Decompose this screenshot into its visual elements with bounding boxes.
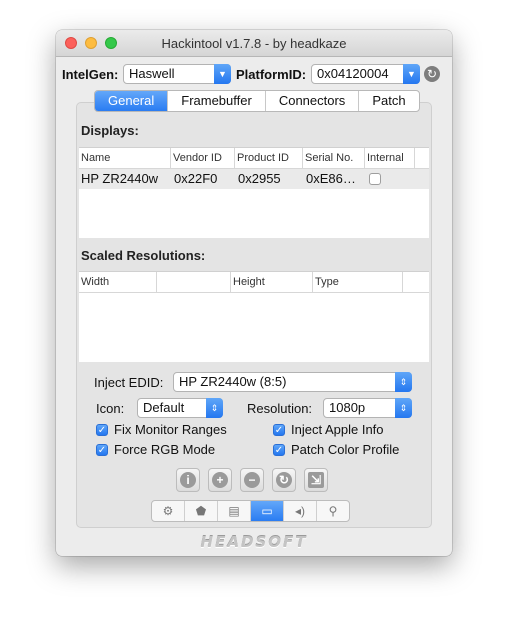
internal-checkbox[interactable]	[369, 173, 381, 185]
column-height[interactable]: Height	[231, 272, 313, 292]
headsoft-logo: HEADSOFT	[200, 533, 308, 551]
speaker-icon[interactable]: ◂)	[283, 501, 316, 521]
export-button[interactable]: ⇲	[304, 468, 328, 492]
fix-monitor-ranges-label[interactable]: Fix Monitor Ranges	[114, 422, 227, 437]
platformid-select[interactable]: 0x04120004 ▼	[311, 64, 420, 84]
resolution-select[interactable]: 1080p ⇕	[323, 398, 412, 418]
table-row[interactable]: HP ZR2440w 0x22F0 0x2955 0xE86…	[79, 169, 429, 189]
tab-patch[interactable]: Patch	[358, 91, 418, 111]
gear-icon[interactable]: ⚙	[152, 501, 184, 521]
refresh-button[interactable]: ↻	[272, 468, 296, 492]
inject-apple-info-label[interactable]: Inject Apple Info	[291, 422, 384, 437]
display-product-id: 0x2955	[238, 171, 281, 186]
displays-heading: Displays:	[81, 123, 139, 138]
column-product-id[interactable]: Product ID	[235, 148, 303, 168]
bottom-toolbar: ⚙ ⬟ ▤ ▭ ◂) ⚲	[151, 500, 350, 522]
force-rgb-mode-label[interactable]: Force RGB Mode	[114, 442, 215, 457]
column-type[interactable]: Type	[313, 272, 403, 292]
updown-arrows-icon: ⇕	[395, 398, 412, 418]
resolution-label: Resolution:	[247, 401, 313, 416]
memory-icon[interactable]: ▤	[217, 501, 250, 521]
column-serial-no[interactable]: Serial No.	[303, 148, 365, 168]
refresh-icon: ↻	[276, 472, 292, 488]
display-icon[interactable]: ▭	[250, 501, 283, 521]
remove-icon: −	[244, 472, 260, 488]
displays-table-header: Name Vendor ID Product ID Serial No. Int…	[79, 148, 429, 169]
app-window: Hackintool v1.7.8 - by headkaze IntelGen…	[56, 30, 452, 556]
intelgen-select[interactable]: Haswell ▼	[123, 64, 231, 84]
display-name: HP ZR2440w	[81, 171, 159, 186]
add-button[interactable]: +	[208, 468, 232, 492]
tab-framebuffer[interactable]: Framebuffer	[167, 91, 265, 111]
inject-edid-select[interactable]: HP ZR2440w (8:5) ⇕	[173, 372, 412, 392]
info-icon: i	[180, 472, 196, 488]
chevron-down-icon: ▼	[403, 64, 420, 84]
updown-arrows-icon: ⇕	[395, 372, 412, 392]
info-button[interactable]: i	[176, 468, 200, 492]
column-blank[interactable]	[157, 272, 231, 292]
remove-button[interactable]: −	[240, 468, 264, 492]
inject-edid-value: HP ZR2440w (8:5)	[179, 374, 287, 389]
column-name[interactable]: Name	[79, 148, 171, 168]
inject-edid-label: Inject EDID:	[94, 375, 164, 390]
tab-general[interactable]: General	[95, 91, 168, 111]
usb-icon[interactable]: ⚲	[316, 501, 349, 521]
column-vendor-id[interactable]: Vendor ID	[171, 148, 235, 168]
export-icon: ⇲	[308, 472, 324, 488]
fix-monitor-ranges-checkbox[interactable]: ✓	[96, 424, 108, 436]
resolution-value: 1080p	[329, 400, 366, 415]
platformid-label: PlatformID:	[236, 67, 307, 82]
intelgen-label: IntelGen:	[62, 67, 119, 82]
icon-label: Icon:	[96, 401, 125, 416]
icon-select[interactable]: Default ⇕	[137, 398, 223, 418]
tab-connectors[interactable]: Connectors	[264, 91, 358, 111]
display-vendor-id: 0x22F0	[174, 171, 218, 186]
shield-icon[interactable]: ⬟	[184, 501, 217, 521]
scaled-resolutions-table: Width Height Type	[79, 271, 429, 362]
display-serial-no: 0xE86…	[306, 171, 356, 186]
icon-value: Default	[143, 400, 185, 415]
platformid-value: 0x04120004	[317, 66, 389, 81]
refresh-icon[interactable]: ↻	[424, 66, 440, 82]
column-internal[interactable]: Internal	[365, 148, 415, 168]
scaled-resolutions-heading: Scaled Resolutions:	[81, 248, 206, 263]
column-width[interactable]: Width	[79, 272, 157, 292]
intelgen-value: Haswell	[129, 66, 175, 81]
patch-color-profile-checkbox[interactable]: ✓	[273, 444, 285, 456]
title-bar: Hackintool v1.7.8 - by headkaze	[56, 30, 452, 57]
add-icon: +	[212, 472, 228, 488]
scaled-table-header: Width Height Type	[79, 272, 429, 293]
displays-table: Name Vendor ID Product ID Serial No. Int…	[79, 147, 429, 238]
updown-arrows-icon: ⇕	[206, 398, 223, 418]
force-rgb-mode-checkbox[interactable]: ✓	[96, 444, 108, 456]
inject-apple-info-checkbox[interactable]: ✓	[273, 424, 285, 436]
chevron-down-icon: ▼	[214, 64, 231, 84]
tab-bar: General Framebuffer Connectors Patch	[94, 90, 420, 112]
patch-color-profile-label[interactable]: Patch Color Profile	[291, 442, 399, 457]
window-title: Hackintool v1.7.8 - by headkaze	[161, 36, 347, 51]
